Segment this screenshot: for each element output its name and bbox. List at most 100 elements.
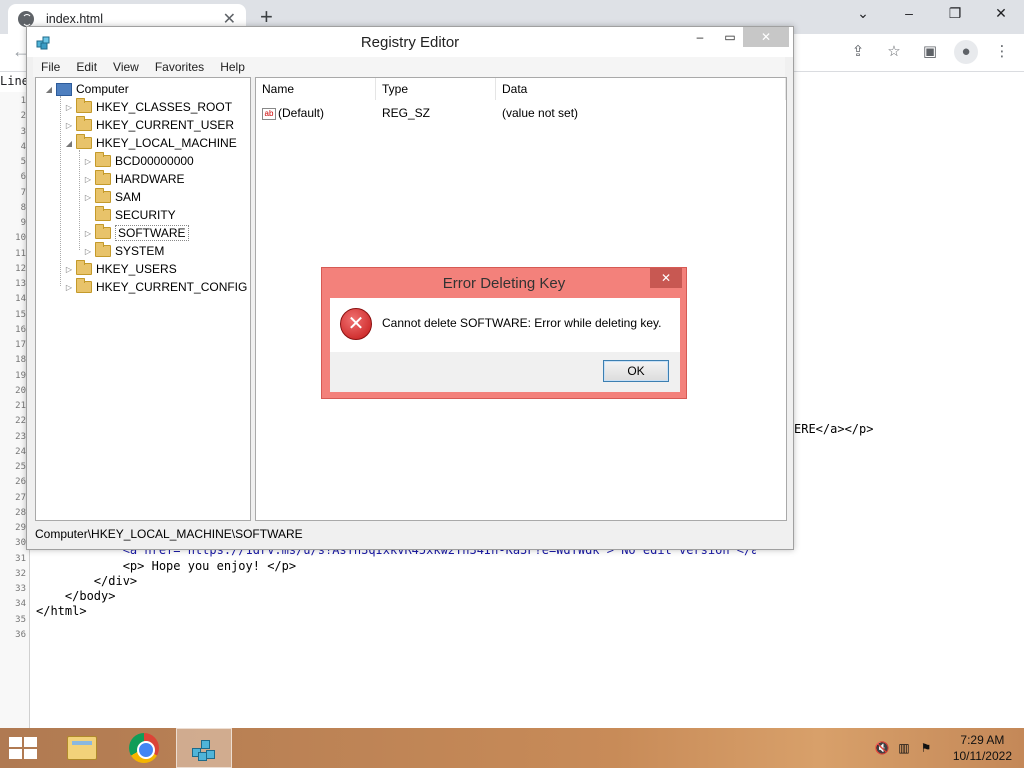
tree-item-security[interactable]: SECURITY [83,206,176,224]
expand-arrow-icon[interactable]: ▷ [83,247,93,256]
code-line-33: </div> [36,574,138,588]
code-line-23-tail: ERE</a></p> [794,422,874,436]
tab-title: index.html [46,12,103,26]
error-dialog-titlebar[interactable]: Error Deleting Key ✕ [322,268,686,298]
computer-icon [56,82,72,96]
tree-item-software[interactable]: ▷ SOFTWARE [83,224,189,242]
menu-edit[interactable]: Edit [76,60,97,74]
tree-item-system[interactable]: ▷ SYSTEM [83,242,164,260]
expand-arrow-icon[interactable]: ▷ [83,175,93,184]
tree-item-hkey-classes-root[interactable]: ▷ HKEY_CLASSES_ROOT [64,98,232,116]
folder-icon [95,242,111,257]
line-number: 34 [15,599,26,610]
maximize-button[interactable]: ▭ [717,27,743,47]
chrome-icon [129,733,159,763]
folder-icon [76,134,92,149]
error-dialog-close-button[interactable]: ✕ [650,268,682,288]
expand-arrow-icon[interactable]: ▷ [83,157,93,166]
windows-logo-icon [9,737,22,747]
menu-view[interactable]: View [113,60,139,74]
expand-arrow-icon[interactable]: ▷ [64,103,74,112]
close-button[interactable]: ✕ [743,27,789,47]
star-icon[interactable]: ☆ [882,40,906,64]
start-button[interactable] [8,736,38,760]
taskbar-chrome[interactable] [116,728,172,768]
ok-button[interactable]: OK [603,360,669,382]
tree-item-hkey-current-user[interactable]: ▷ HKEY_CURRENT_USER [64,116,234,134]
code-line-34: </body> [36,589,116,603]
tree-item-bcd00000000[interactable]: ▷ BCD00000000 [83,152,194,170]
collapse-arrow-icon[interactable]: ◢ [64,139,74,148]
clock-date: 10/11/2022 [952,749,1012,763]
folder-icon [76,116,92,131]
line-number: 19 [15,370,26,381]
line-number: 14 [15,294,26,305]
registry-editor-titlebar[interactable]: Registry Editor – ▭ ✕ [27,27,793,57]
browser-minimize-button[interactable]: – [886,0,932,30]
expand-arrow-icon[interactable]: ▷ [64,265,74,274]
line-number: 28 [15,507,26,518]
line-number: 29 [15,523,26,533]
sidebar-icon[interactable]: ▣ [918,40,942,64]
line-number: 31 [15,553,26,564]
clock-time: 7:29 AM [960,733,1005,747]
line-number: 35 [15,614,26,625]
column-header-name[interactable]: Name [256,78,376,100]
error-dialog-content: ✕ Cannot delete SOFTWARE: Error while de… [330,298,680,352]
line-number: 5 [20,157,26,167]
share-icon[interactable]: ⇪ [846,40,870,64]
network-icon[interactable]: ▥ [896,740,912,756]
tree-item-sam[interactable]: ▷ SAM [83,188,141,206]
expand-arrow-icon[interactable]: ▷ [83,229,93,238]
expand-arrow-icon[interactable]: ▷ [83,193,93,202]
menu-file[interactable]: File [41,60,60,74]
line-number: 2 [20,111,26,122]
line-number: 18 [15,355,26,366]
browser-restore-button[interactable]: ❐ [932,0,978,30]
key-tree-pane[interactable]: ◢ Computer ▷ HKEY_CLASSES_ROOT ▷ HKEY_CU… [35,77,251,521]
tree-item-hkey-local-machine[interactable]: ◢ HKEY_LOCAL_MACHINE [64,134,237,152]
line-number: 33 [15,584,26,594]
collapse-arrow-icon[interactable]: ◢ [44,85,54,94]
column-header-data[interactable]: Data [496,78,786,100]
tree-item-hkey-users[interactable]: ▷ HKEY_USERS [64,260,177,278]
line-number: 12 [15,263,26,274]
line-number: 21 [15,401,26,411]
folder-icon [95,224,111,239]
action-center-icon[interactable]: ⚑ [918,740,934,756]
volume-muted-icon[interactable]: 🔇 [874,740,890,756]
folder-icon [95,170,111,185]
tree-item-hkey-current-config[interactable]: ▷ HKEY_CURRENT_CONFIG [64,278,247,296]
tab-search-icon[interactable]: ⌄ [840,0,886,30]
line-number: 16 [15,324,26,335]
taskbar-file-explorer[interactable] [54,728,110,768]
error-message: Cannot delete SOFTWARE: Error while dele… [382,316,662,330]
menu-icon[interactable]: ⋮ [990,40,1014,64]
clock[interactable]: 7:29 AM 10/11/2022 [953,732,1012,764]
value-row-name[interactable]: ab (Default) [262,106,324,120]
menu-help[interactable]: Help [220,60,245,74]
minimize-button[interactable]: – [687,27,713,47]
line-number: 26 [15,477,26,488]
expand-arrow-icon[interactable]: ▷ [64,283,74,292]
expand-arrow-icon[interactable]: ▷ [64,121,74,130]
column-header-type[interactable]: Type [376,78,496,100]
line-number: 15 [15,309,26,320]
error-dialog: Error Deleting Key ✕ ✕ Cannot delete SOF… [321,267,687,399]
code-header: Line [0,74,29,88]
toolbar-icons: ⇪ ☆ ▣ ● ⋮ [846,40,1014,64]
taskbar-registry-editor[interactable] [176,728,232,768]
tree-item-hardware[interactable]: ▷ HARDWARE [83,170,185,188]
line-number: 3 [20,126,26,137]
string-value-icon: ab [262,107,276,120]
browser-close-button[interactable]: ✕ [978,0,1024,30]
line-number: 30 [15,538,26,549]
line-number: 13 [15,279,26,289]
line-number: 7 [20,187,26,198]
line-number: 23 [15,431,26,442]
profile-icon[interactable]: ● [954,40,978,64]
menu-favorites[interactable]: Favorites [155,60,204,74]
tree-item-computer[interactable]: ◢ Computer [44,80,129,98]
error-dialog-body: ✕ Cannot delete SOFTWARE: Error while de… [330,298,680,392]
line-number: 17 [15,340,26,350]
